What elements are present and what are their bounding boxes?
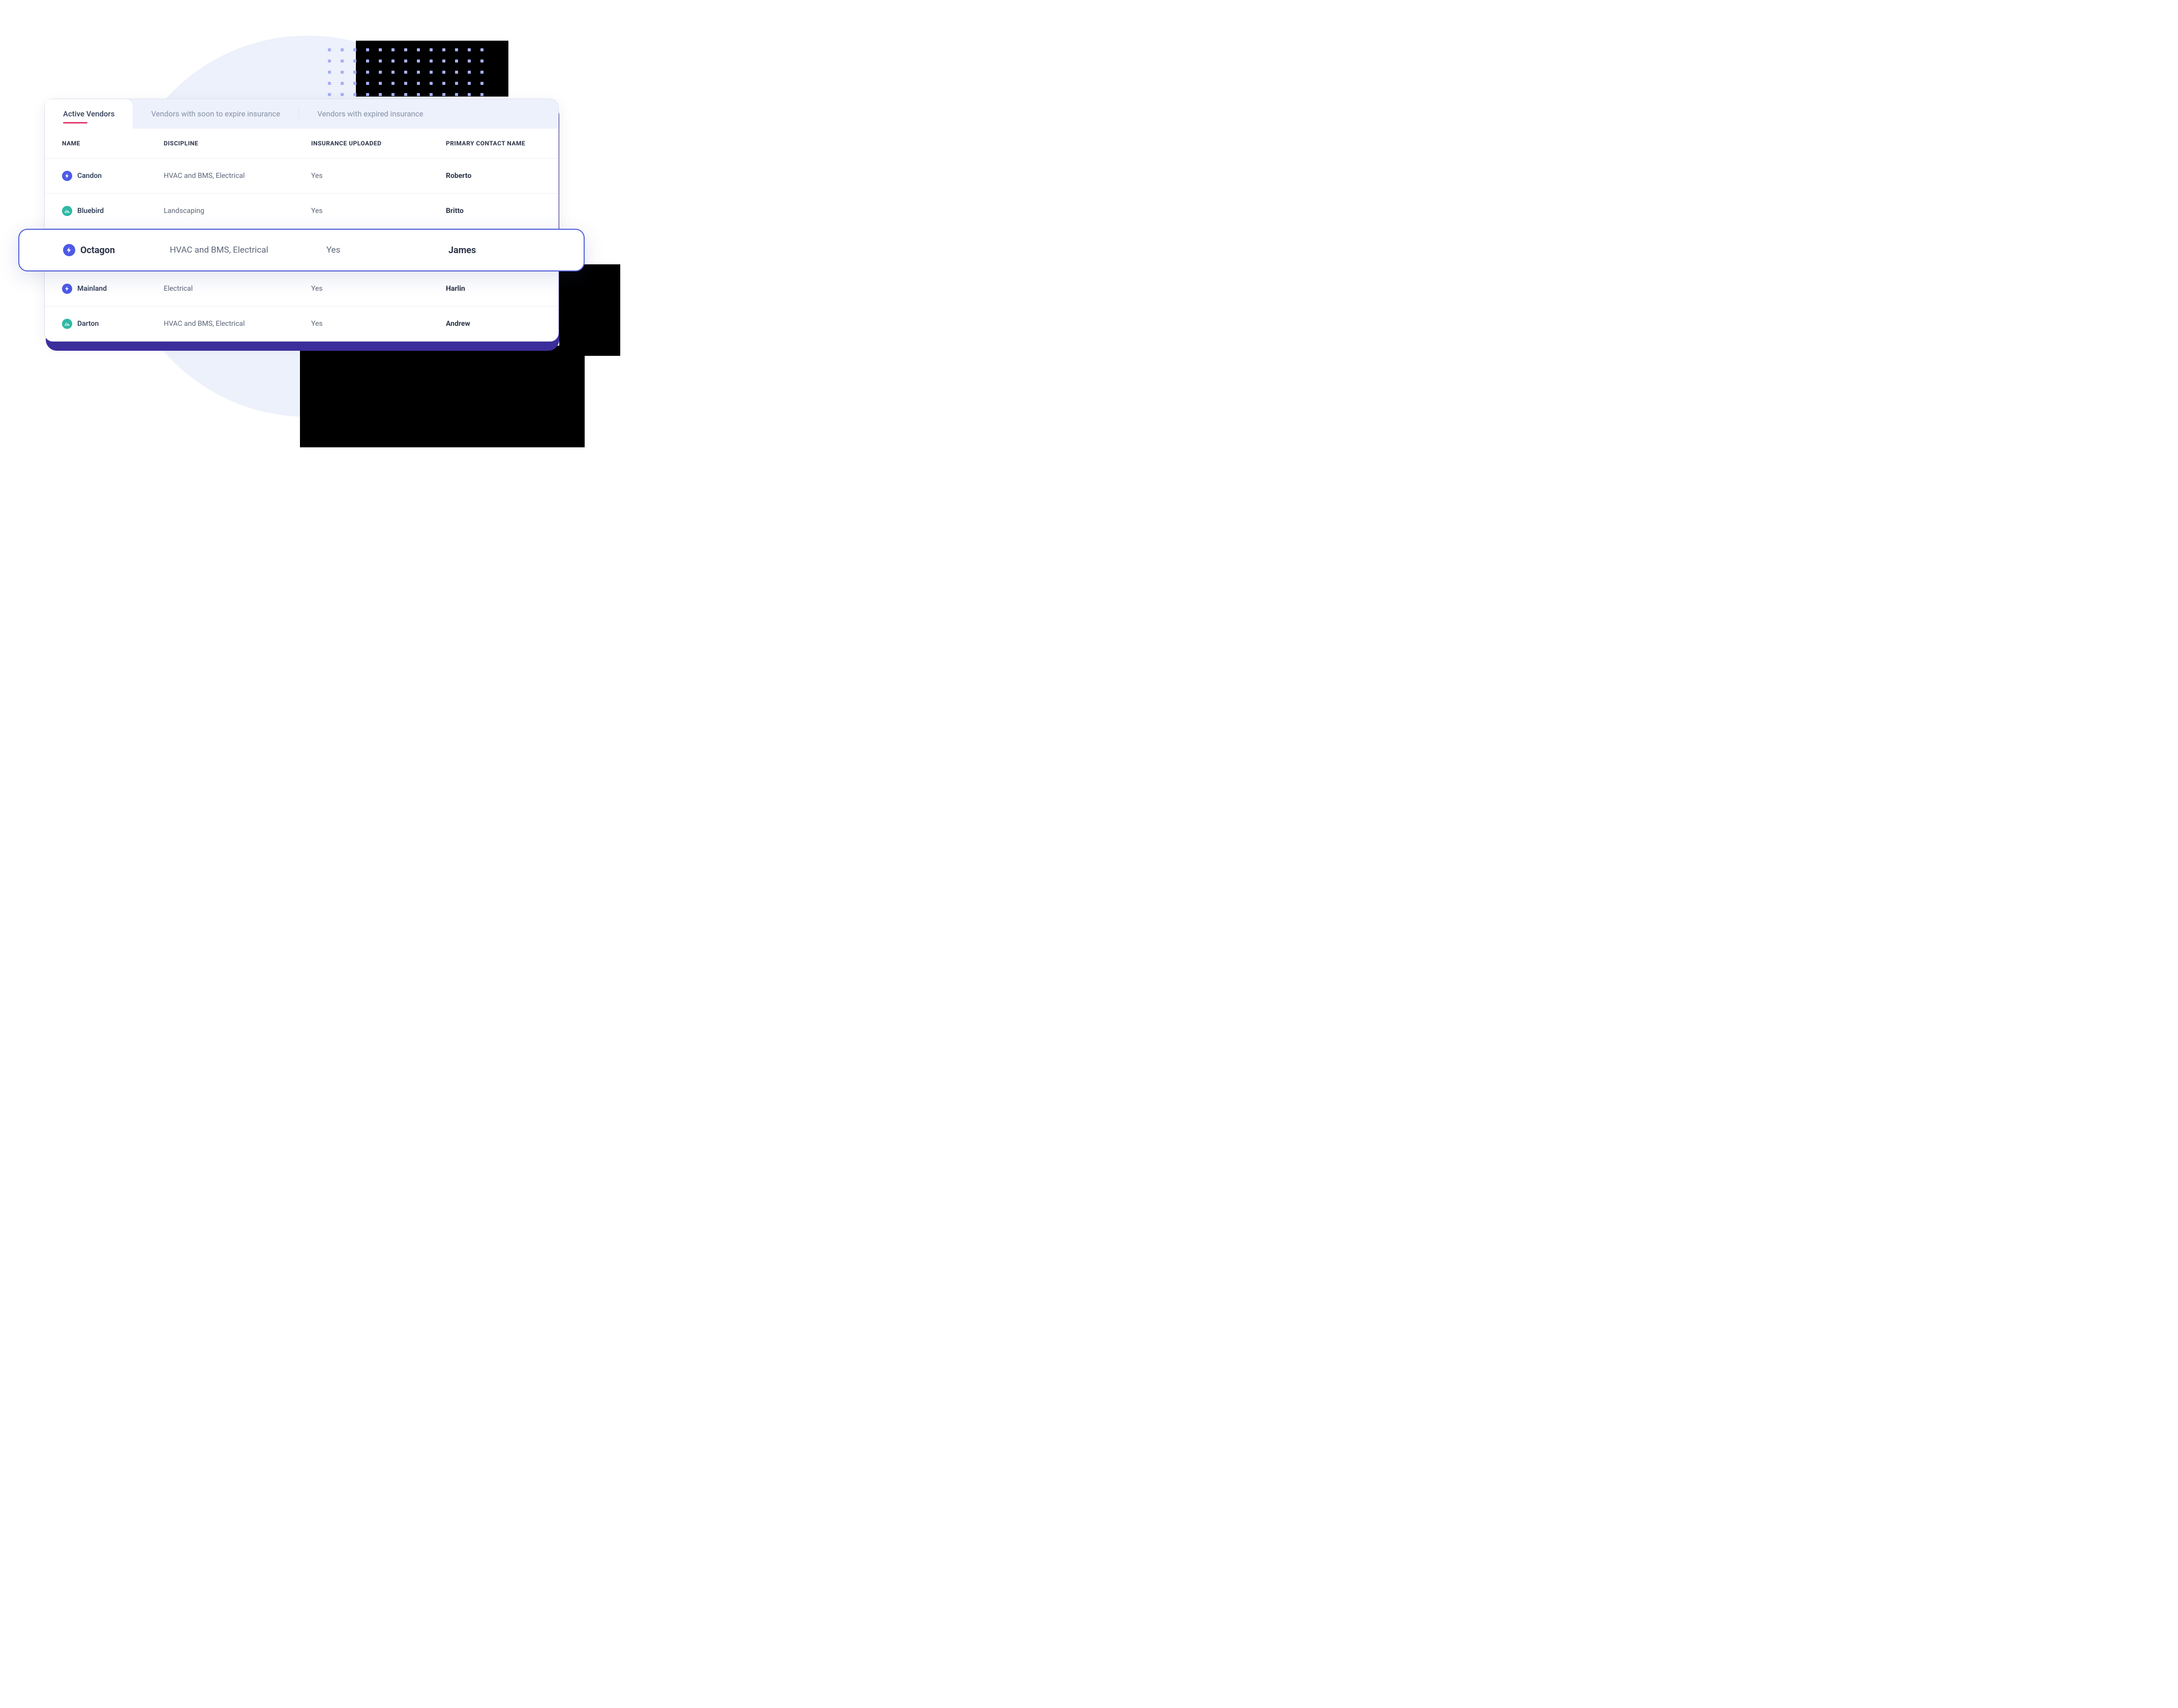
column-header-contact: PRIMARY CONTACT NAME	[446, 140, 541, 147]
vendor-contact: Roberto	[446, 172, 541, 180]
vendor-name: Candon	[77, 172, 102, 180]
vendor-contact: James	[448, 245, 540, 256]
vendor-discipline: HVAC and BMS, Electrical	[164, 172, 311, 180]
vendor-contact: Andrew	[446, 320, 541, 328]
decorative-dot-grid	[328, 48, 496, 104]
tab-label: Vendors with expired insurance	[317, 109, 423, 118]
vendor-contact: Harlin	[446, 285, 541, 293]
tabs-bar: Active Vendors Vendors with soon to expi…	[45, 99, 558, 129]
table-header-row: NAME DISCIPLINE INSURANCE UPLOADED PRIMA…	[45, 129, 558, 159]
vendor-name: Mainland	[77, 285, 107, 293]
bolt-icon	[62, 284, 72, 294]
table-row[interactable]: Mainland Electrical Yes Harlin	[45, 271, 558, 307]
table-body: Candon HVAC and BMS, Electrical Yes Robe…	[45, 159, 558, 341]
tab-label: Vendors with soon to expire insurance	[151, 109, 280, 118]
vendor-discipline: Landscaping	[164, 207, 311, 215]
table-row[interactable]: Darton HVAC and BMS, Electrical Yes Andr…	[45, 307, 558, 341]
table-row[interactable]: Candon HVAC and BMS, Electrical Yes Robe…	[45, 159, 558, 194]
vendor-insurance: Yes	[311, 285, 446, 293]
tab-active-vendors[interactable]: Active Vendors	[45, 99, 133, 129]
vendor-name: Darton	[77, 320, 99, 328]
table-row[interactable]: Bluebird Landscaping Yes Britto	[45, 194, 558, 229]
tab-label: Active Vendors	[63, 109, 114, 118]
tab-soon-expire[interactable]: Vendors with soon to expire insurance	[133, 99, 298, 129]
decorative-dark-shape	[300, 346, 585, 447]
vendor-contact: Britto	[446, 207, 541, 215]
tab-expired[interactable]: Vendors with expired insurance	[299, 99, 441, 129]
column-header-insurance: INSURANCE UPLOADED	[311, 140, 446, 147]
mountain-icon	[62, 206, 72, 216]
vendor-insurance: Yes	[311, 172, 446, 180]
column-header-name: NAME	[62, 140, 164, 147]
bolt-icon	[62, 171, 72, 181]
decorative-dark-shape	[559, 264, 620, 356]
mountain-icon	[62, 319, 72, 329]
vendor-discipline: HVAC and BMS, Electrical	[170, 245, 326, 255]
bolt-icon	[63, 244, 75, 256]
vendor-insurance: Yes	[311, 320, 446, 328]
vendor-name: Octagon	[80, 245, 115, 256]
vendor-discipline: HVAC and BMS, Electrical	[164, 320, 311, 328]
vendor-discipline: Electrical	[164, 285, 311, 293]
vendor-insurance: Yes	[326, 245, 448, 255]
table-row-highlighted[interactable]: Octagon HVAC and BMS, Electrical Yes Jam…	[18, 229, 585, 271]
vendor-name: Bluebird	[77, 207, 104, 215]
vendors-card: Active Vendors Vendors with soon to expi…	[45, 99, 558, 341]
vendor-insurance: Yes	[311, 207, 446, 215]
column-header-discipline: DISCIPLINE	[164, 140, 311, 147]
